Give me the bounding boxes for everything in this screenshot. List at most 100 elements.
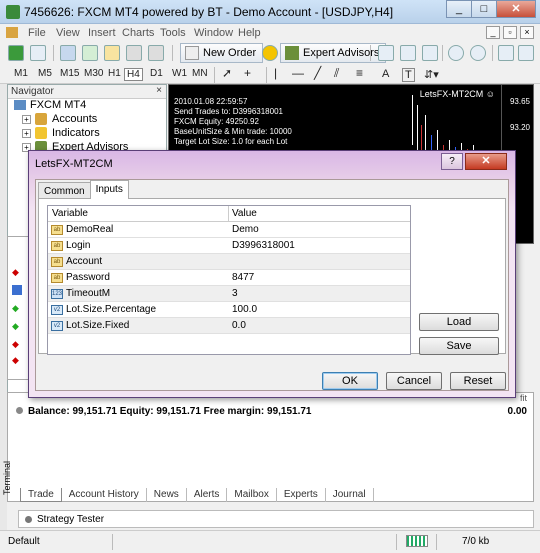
cancel-button[interactable]: Cancel <box>386 372 442 390</box>
strategy-tester-bar[interactable]: Strategy Tester <box>18 510 534 528</box>
terminal-side-label: Terminal <box>0 460 16 500</box>
variable-value[interactable]: 100.0 <box>232 304 257 315</box>
variable-value[interactable]: 8477 <box>232 272 254 283</box>
dialog-help-button[interactable]: ? <box>441 153 463 170</box>
tab-inputs[interactable]: Inputs <box>89 180 129 199</box>
terminal-icon[interactable] <box>126 45 142 61</box>
candlestick-icon[interactable] <box>400 45 416 61</box>
tab-trade[interactable]: Trade <box>20 488 62 502</box>
menu-help[interactable]: Help <box>238 27 261 39</box>
table-row[interactable]: ab Account <box>48 254 410 270</box>
tf-h4[interactable]: H4 <box>124 68 143 81</box>
tab-experts[interactable]: Experts <box>277 488 326 502</box>
variable-value[interactable]: Demo <box>232 224 259 235</box>
fibonacci-icon[interactable]: ≡ <box>356 66 363 80</box>
tf-h1[interactable]: H1 <box>108 68 121 79</box>
close-button[interactable]: ✕ <box>496 0 536 18</box>
menu-tools[interactable]: Tools <box>160 27 186 39</box>
profiles-icon[interactable] <box>30 45 46 61</box>
folder-icon <box>14 100 26 111</box>
column-variable: Variable <box>52 208 88 219</box>
navigator-item-label: Accounts <box>52 113 98 125</box>
cursor-icon[interactable]: ➚ <box>222 66 232 80</box>
table-row[interactable]: ab DemoReal Demo <box>48 222 410 238</box>
table-row[interactable]: v2 Lot.Size.Fixed 0.0 <box>48 318 410 334</box>
expert-advisors-icon <box>285 46 299 60</box>
string-type-icon: ab <box>51 257 63 267</box>
save-button[interactable]: Save <box>419 337 499 355</box>
zoom-out-icon[interactable] <box>470 45 486 61</box>
arrows-dropdown-icon[interactable]: ⇵▾ <box>424 68 439 81</box>
strategy-tester-label: Strategy Tester <box>37 514 105 525</box>
warning-icon[interactable] <box>262 45 278 61</box>
table-row[interactable]: ab Password 8477 <box>48 270 410 286</box>
navigator-item-indicators[interactable]: + Indicators <box>22 127 100 140</box>
double-type-icon: v2 <box>51 305 63 315</box>
chart-shift-icon[interactable] <box>518 45 534 61</box>
table-row[interactable]: ab Login D3996318001 <box>48 238 410 254</box>
tf-m1[interactable]: M1 <box>14 68 28 79</box>
navigator-close-icon[interactable]: × <box>156 85 162 96</box>
variable-value[interactable]: D3996318001 <box>232 240 295 251</box>
ok-button[interactable]: OK <box>322 372 378 390</box>
navigator-root-label: FXCM MT4 <box>30 99 87 111</box>
tab-alerts[interactable]: Alerts <box>187 488 228 502</box>
menu-view[interactable]: View <box>56 27 80 39</box>
variable-value[interactable]: 3 <box>232 288 238 299</box>
tile-windows-icon[interactable] <box>498 45 514 61</box>
menu-charts[interactable]: Charts <box>122 27 154 39</box>
line-chart-icon[interactable] <box>422 45 438 61</box>
indicators-icon <box>35 127 47 140</box>
mdi-close-icon[interactable]: × <box>520 26 534 39</box>
mdi-restore-icon[interactable]: ▫ <box>503 26 517 39</box>
chart-info-line: FXCM Equity: 49250.92 <box>174 117 259 126</box>
tab-common[interactable]: Common <box>38 182 91 199</box>
tf-mn[interactable]: MN <box>192 68 208 79</box>
tf-m30[interactable]: M30 <box>84 68 103 79</box>
trendline-icon[interactable]: ╱ <box>314 66 321 80</box>
table-row[interactable]: 123 TimeoutM 3 <box>48 286 410 302</box>
mdi-minimize-icon[interactable]: _ <box>486 26 500 39</box>
tf-m15[interactable]: M15 <box>60 68 79 79</box>
menu-insert[interactable]: Insert <box>88 27 116 39</box>
text-tool-icon[interactable]: A <box>382 68 389 80</box>
price-tick: 93.20 <box>509 123 530 132</box>
tab-account-history[interactable]: Account History <box>62 488 147 502</box>
new-chart-icon[interactable] <box>8 45 24 61</box>
tab-news[interactable]: News <box>147 488 187 502</box>
variable-value[interactable]: 0.0 <box>232 320 246 331</box>
navigator-icon[interactable] <box>104 45 120 61</box>
reset-button[interactable]: Reset <box>450 372 506 390</box>
vertical-line-icon[interactable]: | <box>274 66 277 80</box>
load-button[interactable]: Load <box>419 313 499 331</box>
table-row[interactable]: v2 Lot.Size.Percentage 100.0 <box>48 302 410 318</box>
tester-icon[interactable] <box>148 45 164 61</box>
crosshair-icon[interactable]: + <box>244 66 251 80</box>
data-window-icon[interactable] <box>82 45 98 61</box>
channel-icon[interactable]: ⫽ <box>334 66 339 81</box>
tf-d1[interactable]: D1 <box>150 68 163 79</box>
dialog-close-button[interactable]: ✕ <box>465 153 507 170</box>
expand-icon[interactable]: + <box>22 114 31 124</box>
tf-m5[interactable]: M5 <box>38 68 52 79</box>
market-watch-icon[interactable] <box>60 45 76 61</box>
menu-window[interactable]: Window <box>194 27 233 39</box>
inputs-panel: Variable Value ab DemoReal Demo ab Login… <box>38 198 506 355</box>
tf-w1[interactable]: W1 <box>172 68 187 79</box>
new-order-button[interactable]: New Order <box>180 43 264 63</box>
tab-journal[interactable]: Journal <box>326 488 374 502</box>
menu-file[interactable]: File <box>28 27 46 39</box>
expand-icon[interactable]: + <box>22 128 31 138</box>
new-order-label: New Order <box>203 47 257 59</box>
zoom-in-icon[interactable] <box>448 45 464 61</box>
navigator-item-accounts[interactable]: + Accounts <box>22 113 98 126</box>
expert-label: LetsFX-MT2CM ☺ <box>419 89 495 99</box>
navigator-root[interactable]: FXCM MT4 <box>14 99 86 111</box>
variable-name: Lot.Size.Fixed <box>66 320 130 331</box>
label-tool-icon[interactable]: T <box>402 68 415 82</box>
bar-chart-icon[interactable] <box>378 45 394 61</box>
horizontal-line-icon[interactable]: — <box>292 66 304 80</box>
minimize-button[interactable]: _ <box>446 0 472 18</box>
tab-mailbox[interactable]: Mailbox <box>227 488 277 502</box>
maximize-button[interactable]: □ <box>471 0 497 18</box>
